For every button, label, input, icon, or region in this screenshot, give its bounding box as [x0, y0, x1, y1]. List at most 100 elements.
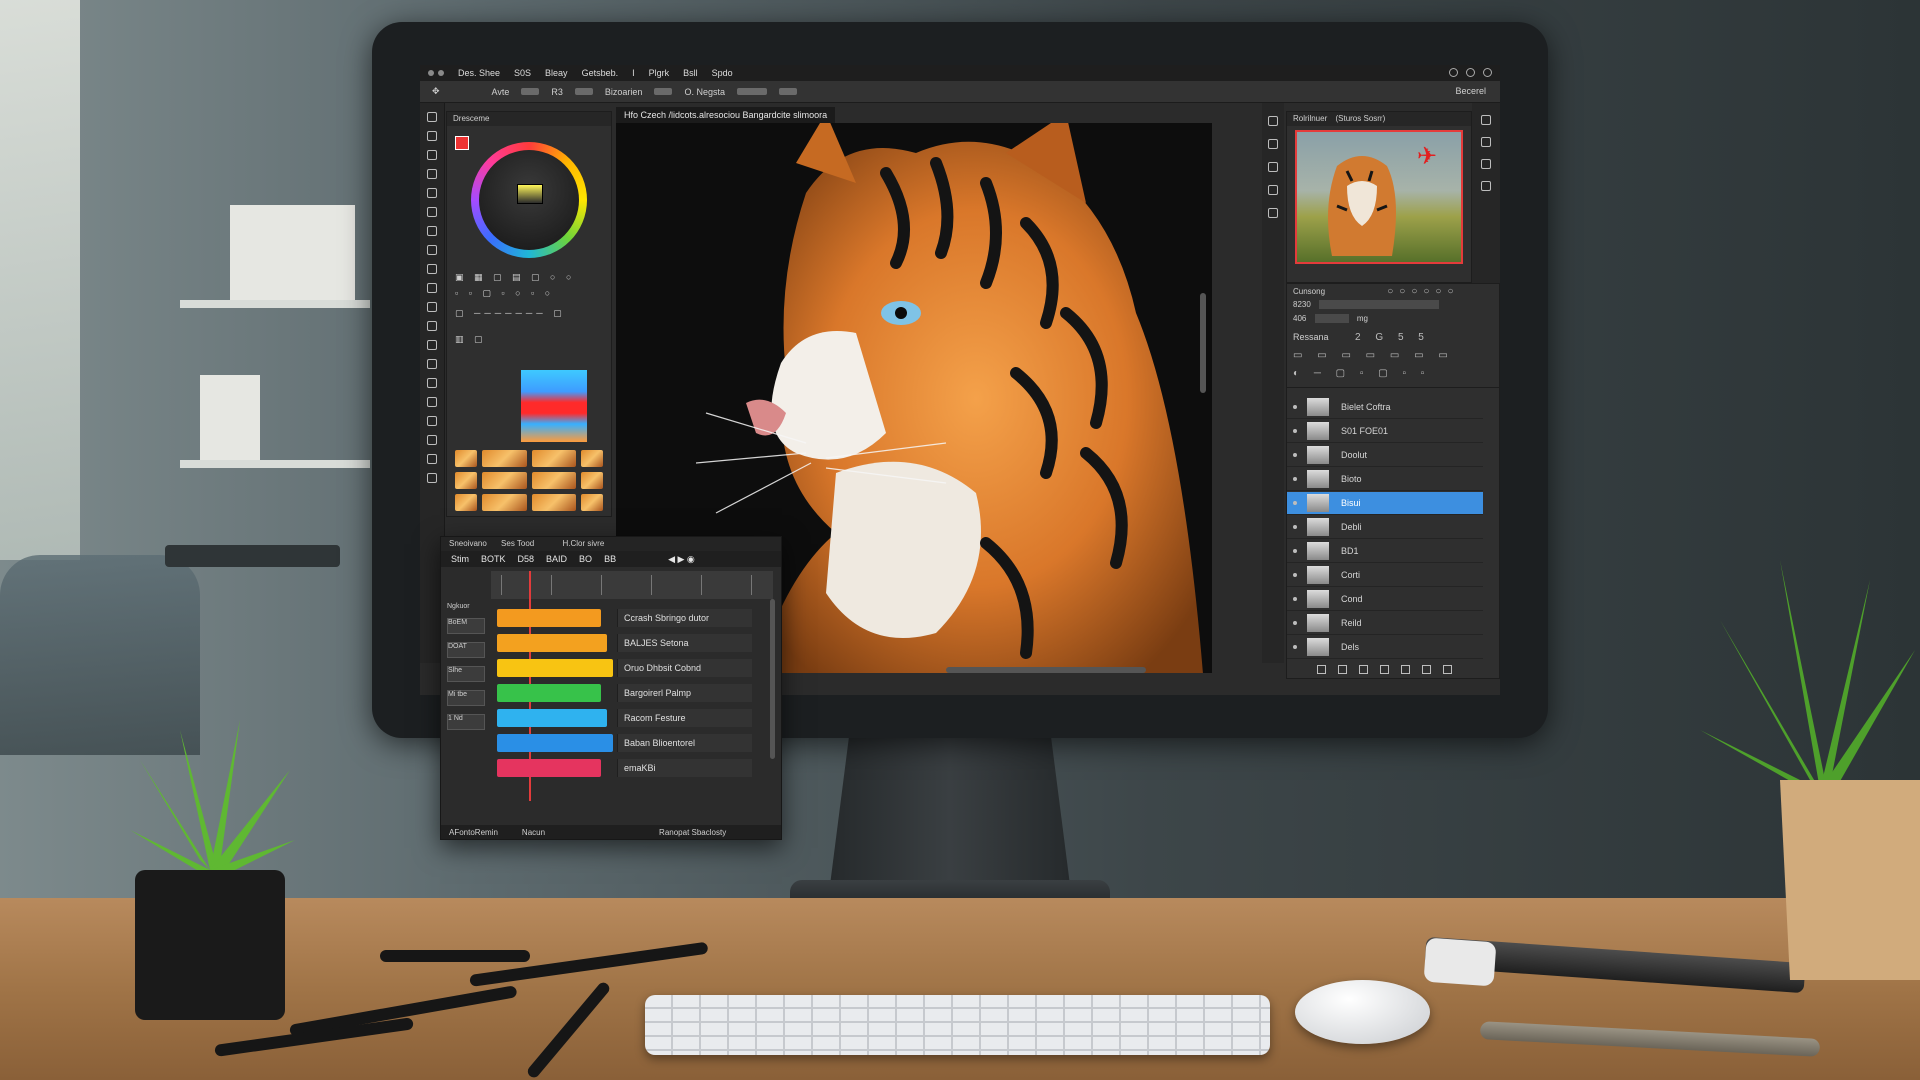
gradient-preview[interactable] [521, 370, 587, 442]
menu-item[interactable]: Bleay [545, 68, 568, 78]
navigator-thumbnail[interactable]: ✈ [1295, 130, 1463, 264]
option-label[interactable]: Bizoarien [605, 87, 643, 97]
layer-row[interactable]: Corti [1287, 564, 1483, 587]
timeline-side-item[interactable]: Slhe [447, 666, 485, 682]
layer-row[interactable]: S01 FOE01 [1287, 420, 1483, 443]
workspace-select[interactable]: Becerel [1455, 86, 1486, 96]
option-chip[interactable] [574, 88, 593, 95]
shape-tool-icon[interactable] [427, 435, 437, 445]
gradient-tool-icon[interactable] [427, 321, 437, 331]
swatch-thumb[interactable] [531, 494, 576, 511]
marquee-tool-icon[interactable] [427, 131, 437, 141]
menu-item[interactable]: S0S [514, 68, 531, 78]
canvas-vertical-scrollbar[interactable] [1200, 293, 1206, 393]
swatch-thumb[interactable] [482, 450, 527, 467]
option-chip[interactable] [521, 88, 540, 95]
hand-tool-icon[interactable] [427, 454, 437, 464]
properties-toolbar-icons[interactable]: ◐ ─ ▢ ▫ ▢ ▫ ▫ [1293, 368, 1430, 379]
timeline-side-item[interactable]: BoEM [447, 618, 485, 634]
timeline-tab[interactable]: H.Clor sivre [563, 539, 605, 548]
timeline-track-label[interactable]: emaKBi [617, 759, 752, 777]
foreground-color-swatch[interactable] [455, 136, 469, 150]
layer-row[interactable]: Bioto [1287, 468, 1483, 491]
menu-item[interactable]: Plgrk [649, 68, 670, 78]
swatch-thumb[interactable] [581, 472, 603, 489]
timeline-tab[interactable]: Ses Tood [501, 539, 534, 548]
eraser-tool-icon[interactable] [427, 302, 437, 312]
option-label[interactable]: O. Negsta [684, 87, 725, 97]
menu-item[interactable]: Bsll [683, 68, 698, 78]
timeline-ruler[interactable] [491, 571, 773, 599]
new-layer-icon[interactable] [1422, 665, 1431, 674]
timeline-control[interactable]: D58 [518, 554, 535, 564]
eye-icon[interactable] [1293, 405, 1297, 409]
timeline-control[interactable]: BB [604, 554, 616, 564]
fx-icon[interactable] [1338, 665, 1347, 674]
timeline-track-bar[interactable] [497, 684, 601, 702]
menu-item[interactable]: Getsbeb. [582, 68, 619, 78]
eye-icon[interactable] [1293, 501, 1297, 505]
trash-icon[interactable] [1443, 665, 1452, 674]
timeline-track-label[interactable]: Racom Festure [617, 709, 752, 727]
type-tool-icon[interactable] [427, 397, 437, 407]
brush-settings-icon[interactable] [1268, 139, 1278, 149]
libraries-icon[interactable] [1481, 137, 1491, 147]
link-icon[interactable] [1317, 665, 1326, 674]
adjustment-layer-icon[interactable] [1380, 665, 1389, 674]
move-tool-icon[interactable]: ✥ [432, 86, 440, 97]
swatch-thumb[interactable] [581, 450, 603, 467]
close-icon[interactable] [1483, 68, 1492, 77]
healing-tool-icon[interactable] [427, 226, 437, 236]
layer-row[interactable]: Dels [1287, 636, 1483, 659]
play-icon[interactable]: ◀ ▶ ◉ [668, 554, 695, 565]
eye-icon[interactable] [1293, 549, 1297, 553]
layer-row[interactable]: Bisui [1287, 492, 1483, 515]
history-brush-tool-icon[interactable] [427, 283, 437, 293]
adjustments-icon[interactable] [1268, 162, 1278, 172]
option-chip[interactable] [778, 88, 797, 95]
swatch-tool-row-icon[interactable]: ▫ ▫ ▢ ▫ ○ ▫ ○ [455, 288, 554, 299]
timeline-track-label[interactable]: Baban Blioentorel [617, 734, 752, 752]
properties-icon[interactable] [1481, 159, 1491, 169]
paths-icon[interactable] [1481, 181, 1491, 191]
menu-item[interactable]: Des. Shee [458, 68, 500, 78]
eye-icon[interactable] [1293, 621, 1297, 625]
timeline-track-bar[interactable] [497, 734, 613, 752]
layer-row[interactable]: Doolut [1287, 444, 1483, 467]
layer-row[interactable]: BD1 [1287, 540, 1483, 563]
timeline-footer-item[interactable]: Ranopat Sbaclosty [659, 828, 726, 837]
timeline-footer-item[interactable]: AFontoRemin [449, 828, 498, 837]
swatch-thumb[interactable] [482, 494, 527, 511]
stamp-tool-icon[interactable] [427, 264, 437, 274]
color-wheel[interactable] [471, 142, 587, 258]
properties-controls-icon[interactable]: ○○○○○○ [1387, 286, 1459, 297]
swatch-thumb[interactable] [531, 472, 576, 489]
timeline-footer-item[interactable]: Nacun [522, 828, 545, 837]
property-field[interactable] [1314, 314, 1349, 324]
menu-item[interactable]: I [632, 68, 635, 78]
option-chip[interactable] [654, 88, 673, 95]
timeline-track-bar[interactable] [497, 759, 601, 777]
brush-tool-icon[interactable] [427, 245, 437, 255]
eye-icon[interactable] [1293, 597, 1297, 601]
swatch-tool-row-icon[interactable]: ▥ ▢ [455, 334, 487, 345]
eye-icon[interactable] [1293, 477, 1297, 481]
properties-section-glyphs[interactable]: 2 G 5 5 [1355, 332, 1430, 343]
timeline-side-item[interactable]: Mi tbe [447, 690, 485, 706]
timeline-control[interactable]: BOTK [481, 554, 506, 564]
swatch-thumb[interactable] [482, 472, 527, 489]
styles-icon[interactable] [1268, 185, 1278, 195]
actions-icon[interactable] [1268, 208, 1278, 218]
swatch-thumb[interactable] [531, 450, 576, 467]
swatch-thumb[interactable] [455, 450, 477, 467]
history-icon[interactable] [1268, 116, 1278, 126]
menu-item[interactable]: Spdo [712, 68, 733, 78]
document-tab[interactable]: Hfo Czech /lidcots.alresociou Bangardcit… [616, 107, 836, 123]
option-chip[interactable] [736, 88, 767, 95]
property-slider[interactable] [1319, 300, 1440, 310]
canvas-horizontal-scrollbar[interactable] [946, 667, 1146, 673]
timeline-track-bar[interactable] [497, 609, 601, 627]
crop-tool-icon[interactable] [427, 188, 437, 198]
timeline-side-item[interactable]: 1 Nd [447, 714, 485, 730]
layer-row[interactable]: Reild [1287, 612, 1483, 635]
